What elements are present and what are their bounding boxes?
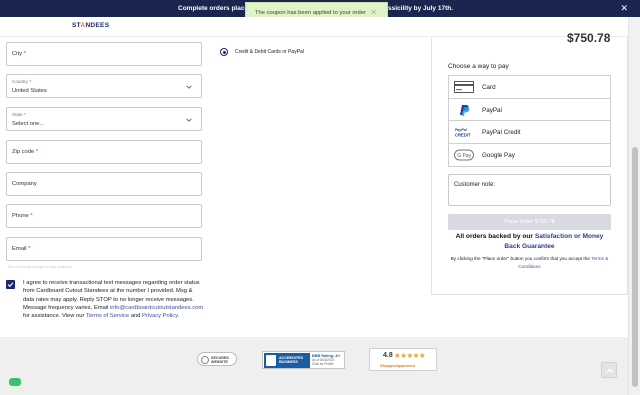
support-email-link[interactable]: info@cardboardcutoutstandees.com (110, 305, 203, 311)
chevron-down-icon (186, 118, 192, 122)
paypal-credit-icon: PayPalCREDIT (455, 128, 471, 138)
lock-icon (201, 355, 209, 364)
country-select[interactable]: Country * United States (6, 74, 202, 98)
consent-part: for assistance. View our (23, 313, 86, 320)
guarantee-part: All orders backed by our (455, 233, 535, 240)
pay-option-google-pay[interactable]: G Pay Google Pay (449, 144, 610, 167)
zip-label-text: Zip code (12, 149, 35, 155)
svg-text:PayPal: PayPal (455, 128, 468, 132)
pay-option-card[interactable]: Card (449, 76, 610, 99)
phone-field[interactable]: Phone * (6, 204, 202, 228)
bbb-seal-text: ACCREDITED BUSINESS (279, 356, 303, 364)
state-select[interactable]: State * Select one... (6, 107, 202, 131)
scroll-to-top-button[interactable] (601, 362, 617, 378)
customer-note-label: Customer note: (454, 182, 496, 188)
svg-text:G Pay: G Pay (457, 153, 471, 159)
google-pay-icon: G Pay (454, 149, 474, 160)
choose-payment-heading: Choose a way to pay (448, 63, 509, 70)
page-scrollbar[interactable] (628, 17, 640, 395)
bbb-seal: ACCREDITED BUSINESS (264, 353, 310, 368)
payment-method-radio[interactable] (220, 48, 228, 56)
toast-message: The coupon has been applied to your orde… (255, 10, 366, 16)
scrollbar-thumb[interactable] (632, 147, 638, 387)
terms-part: By clicking the "Place order" button you… (450, 256, 592, 261)
close-banner-icon[interactable]: ✕ (620, 3, 628, 14)
zip-label: Zip code * (12, 149, 38, 155)
email-field[interactable]: Email * (6, 237, 202, 261)
promo-text-left: Complete orders placed (178, 5, 253, 12)
bbb-badge[interactable]: ACCREDITED BUSINESS BBB Rating: A+ As of … (262, 351, 345, 369)
terms-of-service-link[interactable]: Terms of Service (86, 313, 129, 319)
pay-option-paypal[interactable]: PayPal (449, 99, 610, 121)
chevron-down-icon (186, 85, 192, 89)
shopper-approved-label: ShopperApproved (380, 363, 415, 368)
required-marker: * (28, 246, 31, 252)
star-rating-icon: ★★★★★ (394, 351, 426, 360)
svg-text:CREDIT: CREDIT (455, 133, 471, 138)
bbb-torch-icon (266, 355, 276, 366)
chevron-up-icon (606, 368, 614, 374)
phone-label: Phone * (12, 213, 33, 219)
close-toast-icon[interactable]: ✕ (370, 8, 377, 17)
paypal-icon (460, 104, 470, 116)
required-marker: * (35, 149, 39, 155)
pay-option-label: Google Pay (482, 151, 515, 159)
state-label-text: State (12, 112, 23, 117)
country-label: Country * (12, 79, 31, 84)
pay-option-label: PayPal Credit (482, 129, 521, 136)
shopper-approved-badge[interactable]: 4.8 ★★★★★ ShopperApproved (369, 348, 437, 371)
site-header: STANDEES (0, 17, 640, 37)
bbb-as-of: As of 8/16/2023 Click for Profile (312, 358, 334, 367)
card-icon (454, 81, 474, 93)
consent-part: and (129, 313, 143, 320)
phone-label-text: Phone (12, 213, 29, 219)
zip-field[interactable]: Zip code * (6, 140, 202, 164)
email-label: Email * (12, 246, 30, 252)
pay-option-label: PayPal (482, 106, 502, 114)
site-logo[interactable]: STANDEES (72, 22, 109, 29)
required-marker: * (23, 51, 26, 57)
secured-line-2: WEBSITE (211, 360, 228, 364)
bbb-seal-line-2: BUSINESS (279, 360, 298, 365)
city-label: City * (12, 51, 26, 57)
rating-score: 4.8 (383, 352, 393, 359)
sms-consent-checkbox[interactable] (6, 280, 15, 289)
required-marker: * (30, 213, 33, 219)
pay-option-label: Card (482, 84, 496, 91)
chat-widget-button[interactable] (9, 378, 21, 386)
order-total: $750.78 (567, 31, 611, 45)
email-label-text: Email (12, 246, 27, 252)
place-order-button[interactable]: Place order $750.78 (448, 214, 611, 230)
state-value: Select one... (12, 121, 45, 127)
secured-website-badge: SECURED WEBSITE (197, 352, 237, 366)
consent-part: . (177, 313, 180, 320)
country-label-text: Country (12, 79, 29, 84)
promo-text-right: ssicility by July 17th. (388, 5, 454, 12)
pay-option-paypal-credit[interactable]: PayPal CREDIT PayPal Credit (449, 121, 610, 144)
check-icon (7, 282, 14, 288)
city-label-text: City (12, 51, 22, 57)
state-label: State * (12, 112, 26, 117)
required-marker: * (24, 112, 26, 117)
bbb-click-text: Click for Profile (312, 361, 334, 366)
secured-text: SECURED WEBSITE (211, 356, 229, 364)
terms-confirmation: By clicking the "Place order" button you… (448, 255, 611, 270)
payment-method-label[interactable]: Credit & Debit Cards or PayPal (235, 49, 304, 55)
company-label: Company (12, 181, 37, 187)
logo-part: NDEES (85, 22, 110, 29)
sms-consent-text: I agree to receive transactional text me… (23, 279, 205, 320)
required-marker: * (29, 79, 32, 84)
company-field[interactable]: Company (6, 172, 202, 196)
privacy-policy-link[interactable]: Privacy Policy (142, 313, 178, 319)
payment-options-list: Card PayPal PayPal CREDIT PayPal Credit G… (448, 75, 611, 167)
radio-selected-dot (222, 50, 226, 54)
country-value: United States (12, 88, 47, 94)
guarantee-text: All orders backed by our Satisfaction or… (448, 232, 611, 252)
customer-note-textarea[interactable]: Customer note: (448, 174, 611, 206)
city-field[interactable]: City * (6, 42, 202, 66)
email-helper-text: We will email receipt to this address (8, 264, 72, 269)
